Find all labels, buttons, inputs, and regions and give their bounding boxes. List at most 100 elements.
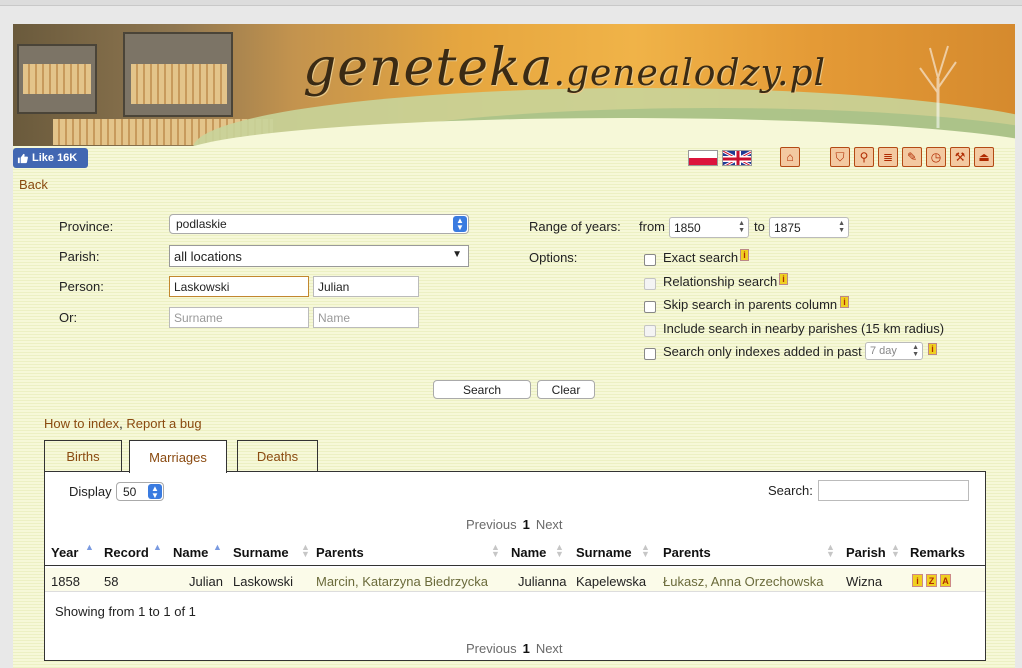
relationship-search-label: Relationship search: [663, 274, 778, 289]
range-label: Range of years:: [529, 219, 621, 234]
pager-next[interactable]: Next: [536, 517, 563, 532]
back-link[interactable]: Back: [19, 177, 48, 192]
info-icon[interactable]: i: [779, 273, 788, 285]
link-separator: ,: [119, 416, 123, 431]
list-icon[interactable]: ≣: [878, 147, 898, 167]
past-indexes-checkbox[interactable]: [644, 348, 656, 360]
past-days-select[interactable]: 7 day ▲ ▼: [865, 342, 923, 360]
spinner-icon: ▲ ▼: [838, 220, 845, 234]
cell-parents-2: Łukasz, Anna Orzechowska: [663, 574, 824, 589]
exit-icon[interactable]: ⏏: [974, 147, 994, 167]
edit-icon[interactable]: ✎: [902, 147, 922, 167]
english-flag-icon[interactable]: [722, 150, 752, 166]
shield-icon[interactable]: ⛉: [830, 147, 850, 167]
province-label: Province:: [59, 219, 114, 234]
person-label: Person:: [59, 279, 104, 294]
pager-page[interactable]: 1: [523, 517, 530, 532]
search-button[interactable]: Search: [433, 380, 531, 399]
sort-asc-icon: ▲: [85, 542, 94, 552]
to-year-input[interactable]: 1875 ▲ ▼: [769, 217, 849, 238]
province-select[interactable]: podlaskie ▲ ▼: [169, 214, 469, 234]
sort-both-icon: ▲ ▼: [301, 542, 310, 559]
column-name-2[interactable]: Name: [511, 545, 546, 560]
select-arrows-icon: ▲ ▼: [453, 216, 467, 232]
tab-deaths[interactable]: Deaths: [237, 440, 318, 472]
info-icon[interactable]: i: [740, 249, 749, 261]
spinner-icon: ▲ ▼: [912, 344, 919, 358]
column-surname-2[interactable]: Surname: [576, 545, 632, 560]
nearby-parishes-label: Include search in nearby parishes (15 km…: [663, 321, 945, 336]
info-icon[interactable]: i: [840, 296, 849, 308]
table-row[interactable]: [45, 568, 985, 592]
person-surname-value: Laskowski: [174, 279, 230, 294]
column-name[interactable]: Name: [173, 545, 208, 560]
facebook-like-button[interactable]: Like 16K: [13, 148, 88, 168]
uk-flag-graphic: [723, 151, 751, 165]
cell-year: 1858: [51, 574, 80, 589]
table-search-input[interactable]: [818, 480, 969, 501]
column-parents-2[interactable]: Parents: [663, 545, 711, 560]
past-indexes-label: Search only indexes added in past: [663, 344, 862, 359]
skip-parents-checkbox[interactable]: [644, 301, 656, 313]
how-to-index-link[interactable]: How to index: [44, 416, 119, 431]
nearby-parishes-checkbox[interactable]: [644, 325, 656, 337]
column-surname[interactable]: Surname: [233, 545, 289, 560]
from-year-input[interactable]: 1850 ▲ ▼: [669, 217, 749, 238]
clock-icon[interactable]: ◷: [926, 147, 946, 167]
pager-previous[interactable]: Previous: [466, 641, 517, 656]
remark-info-icon[interactable]: i: [912, 574, 923, 587]
or-name-input[interactable]: Name: [313, 307, 419, 328]
spinner-icon: ▲ ▼: [738, 220, 745, 234]
polish-flag-icon[interactable]: [688, 150, 718, 166]
or-label: Or:: [59, 310, 78, 325]
chevron-down-icon: ▼: [452, 249, 462, 260]
sort-asc-icon: ▲: [213, 542, 222, 552]
exact-search-label: Exact search: [663, 250, 739, 265]
clear-button[interactable]: Clear: [537, 380, 595, 399]
past-days-value: 7 day: [870, 345, 897, 357]
tab-births[interactable]: Births: [44, 440, 122, 472]
cell-surname-2: Kapelewska: [576, 574, 647, 589]
pager-previous[interactable]: Previous: [466, 517, 517, 532]
cell-name: Julian: [189, 574, 223, 589]
showing-info: Showing from 1 to 1 of 1: [55, 604, 196, 619]
person-name-input[interactable]: Julian: [313, 276, 419, 297]
or-name-placeholder: Name: [318, 310, 351, 325]
cell-record: 58: [104, 574, 119, 589]
tree-icon: [919, 45, 957, 128]
sort-both-icon: ▲ ▼: [491, 542, 500, 559]
pager-next[interactable]: Next: [536, 641, 563, 656]
search-icon[interactable]: ⚲: [854, 147, 874, 167]
display-select[interactable]: 50 ▲ ▼: [116, 482, 164, 501]
to-year-value: 1875: [774, 220, 801, 235]
wrench-icon[interactable]: ⚒: [950, 147, 970, 167]
column-year[interactable]: Year: [51, 545, 78, 560]
tab-marriages[interactable]: Marriages: [129, 440, 227, 473]
pager-top: Previous 1 Next: [466, 517, 563, 532]
cell-parish: Wizna: [846, 574, 883, 589]
remark-a-icon[interactable]: A: [940, 574, 951, 587]
column-record[interactable]: Record: [104, 545, 149, 560]
sort-asc-icon: ▲: [153, 542, 162, 552]
cell-surname: Laskowski: [233, 574, 293, 589]
info-icon[interactable]: i: [928, 343, 937, 355]
page: geneteka.genealodzy.pl Like 16K ⌂ ⛉ ⚲ ≣ …: [13, 24, 1015, 668]
report-bug-link[interactable]: Report a bug: [126, 416, 201, 431]
home-icon[interactable]: ⌂: [780, 147, 800, 167]
parish-select[interactable]: all locations ▼: [169, 245, 469, 267]
exact-search-checkbox[interactable]: [644, 254, 656, 266]
column-parish[interactable]: Parish: [846, 545, 886, 560]
remark-z-icon[interactable]: Z: [926, 574, 937, 587]
or-surname-input[interactable]: Surname: [169, 307, 309, 328]
person-surname-input[interactable]: Laskowski: [169, 276, 309, 297]
site-banner: geneteka.genealodzy.pl: [13, 24, 1015, 146]
skip-parents-label: Skip search in parents column: [663, 297, 838, 312]
help-links: How to index, Report a bug: [44, 416, 202, 431]
site-logo[interactable]: geneteka.genealodzy.pl: [303, 38, 826, 98]
relationship-search-checkbox[interactable]: [644, 278, 656, 290]
province-value: podlaskie: [176, 217, 227, 231]
column-parents[interactable]: Parents: [316, 545, 364, 560]
pager-page[interactable]: 1: [523, 641, 530, 656]
like-label: Like 16K: [32, 152, 78, 164]
column-remarks[interactable]: Remarks: [910, 545, 965, 560]
